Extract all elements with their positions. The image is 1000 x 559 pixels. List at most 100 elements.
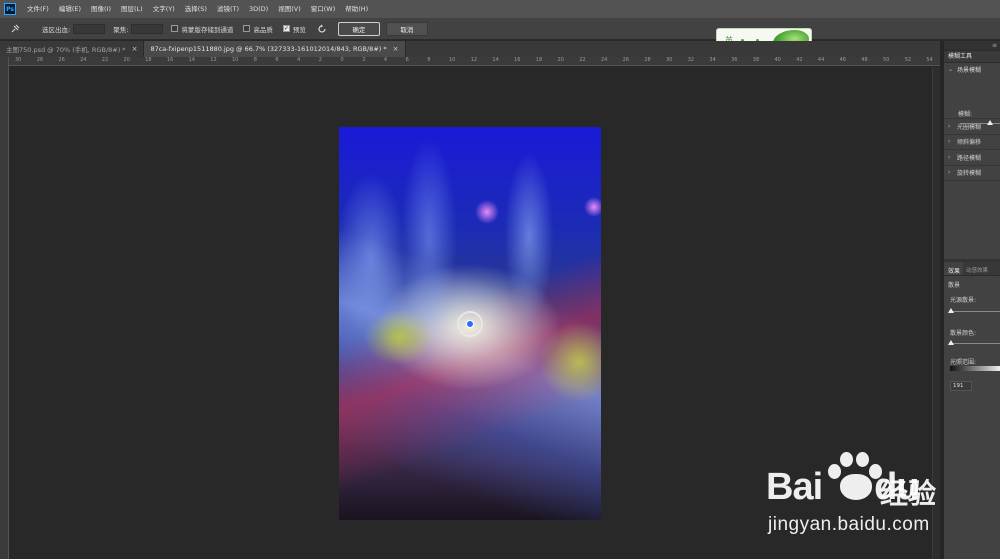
selection-bleed-label: 选区出血: bbox=[42, 25, 71, 34]
menu-image[interactable]: 图像(I) bbox=[86, 0, 116, 18]
menu-select[interactable]: 选择(S) bbox=[180, 0, 212, 18]
light-range-value-field[interactable]: 191 bbox=[950, 381, 972, 391]
field-blur-header[interactable]: ⌄ 场景模糊 bbox=[944, 63, 1000, 75]
high-quality-checkbox[interactable] bbox=[243, 25, 251, 32]
menu-filter[interactable]: 滤镜(T) bbox=[212, 0, 244, 18]
menu-edit[interactable]: 编辑(E) bbox=[54, 0, 86, 18]
ruler-tick-label: 6 bbox=[405, 57, 409, 63]
blur-slider-track[interactable] bbox=[960, 123, 1000, 124]
ruler-tick-label: 36 bbox=[731, 57, 738, 63]
ruler-tick-label: 12 bbox=[470, 57, 478, 63]
chevron-right-icon[interactable]: › bbox=[948, 154, 953, 161]
tilt-shift-label: 倾斜偏移 bbox=[957, 139, 982, 147]
options-bar: 选区出血: 聚焦: 将蒙版存储到通道 高品质 ✓ 预览 确定 取消 bbox=[0, 18, 1000, 40]
ruler-tick-label: 24 bbox=[80, 57, 87, 63]
field-blur-label: 场景模糊 bbox=[957, 66, 982, 74]
tab-effects[interactable]: 效果 bbox=[944, 262, 964, 275]
tab-document-1[interactable]: 主图750.psd @ 70% (手机, RGB/8#) * × bbox=[0, 41, 145, 57]
ruler-tick-label: 50 bbox=[883, 57, 890, 63]
vertical-ruler[interactable] bbox=[0, 57, 9, 559]
ruler-tick-label: 8 bbox=[253, 57, 257, 63]
blur-pin-handle[interactable] bbox=[466, 320, 474, 328]
menu-layer[interactable]: 图层(L) bbox=[116, 0, 148, 18]
save-mask-label: 将蒙版存储到通道 bbox=[181, 25, 234, 34]
ruler-tick-label: 4 bbox=[297, 57, 301, 63]
chevron-down-icon[interactable]: ⌄ bbox=[948, 66, 953, 73]
tab-document-2[interactable]: 87ca-fxipenp1511880.jpg @ 66.7% (327333-… bbox=[144, 41, 406, 57]
light-range-gradient[interactable] bbox=[950, 366, 1000, 371]
ruler-tick-label: 14 bbox=[188, 57, 195, 63]
tab-motion-effects[interactable]: 动感效果 bbox=[963, 262, 988, 275]
focus-label: 聚焦: bbox=[113, 25, 129, 34]
ruler-tick-label: 10 bbox=[232, 57, 239, 63]
selection-bleed-field[interactable] bbox=[73, 23, 106, 34]
reset-icon[interactable] bbox=[316, 23, 328, 35]
chevron-right-icon[interactable]: › bbox=[948, 138, 953, 145]
ruler-tick-label: 34 bbox=[709, 57, 716, 63]
horizontal-ruler[interactable]: 30 28 26 24 22 20 18 16 14 12 10 8 6 4 2 0 2 4 6 8 10 12 14 16 1… bbox=[9, 57, 940, 66]
ruler-tick-label: 4 bbox=[383, 57, 388, 63]
menu-3d[interactable]: 3D(D) bbox=[244, 0, 273, 18]
ruler-tick-label: 2 bbox=[318, 57, 322, 63]
bokeh-color-label: 散景颜色: bbox=[950, 330, 977, 337]
pin-tool-icon[interactable] bbox=[8, 22, 22, 36]
light-bokeh-slider-thumb[interactable] bbox=[948, 308, 954, 313]
ruler-tick-label: 20 bbox=[557, 57, 564, 63]
watermark-url: jingyan.baidu.com bbox=[768, 514, 930, 535]
tilt-shift-row[interactable]: › 倾斜偏移 bbox=[944, 135, 1000, 150]
save-mask-checkbox[interactable] bbox=[171, 25, 179, 32]
document-tab-bar: 主图750.psd @ 70% (手机, RGB/8#) * × 87ca-fx… bbox=[0, 41, 940, 57]
path-blur-label: 路径模糊 bbox=[957, 154, 982, 162]
ruler-tick-label: 28 bbox=[644, 57, 651, 63]
bokeh-label: 散景 bbox=[948, 282, 961, 289]
ruler-tick-label: 16 bbox=[166, 57, 174, 63]
ruler-tick-label: 14 bbox=[492, 57, 499, 63]
menu-type[interactable]: 文字(Y) bbox=[148, 0, 180, 18]
menu-file[interactable]: 文件(F) bbox=[22, 0, 54, 18]
panel-header[interactable]: ≡ bbox=[944, 41, 1000, 51]
preview-checkbox[interactable]: ✓ bbox=[282, 25, 290, 32]
high-quality-option[interactable]: 高品质 bbox=[243, 24, 273, 34]
spin-blur-row[interactable]: › 旋转模糊 bbox=[944, 166, 1000, 181]
panel-menu-icon[interactable]: ≡ bbox=[992, 42, 997, 49]
ruler-tick-label: 16 bbox=[514, 57, 521, 63]
ruler-tick-label: 12 bbox=[210, 57, 217, 63]
close-icon[interactable]: × bbox=[393, 45, 399, 53]
close-icon[interactable]: × bbox=[132, 45, 138, 53]
ruler-tick-label: 38 bbox=[752, 57, 760, 63]
light-bokeh-slider-track[interactable] bbox=[950, 311, 1000, 312]
ruler-tick-label: 54 bbox=[926, 57, 933, 63]
cancel-button[interactable]: 取消 bbox=[385, 21, 428, 36]
ruler-tick-label: 10 bbox=[449, 57, 456, 63]
ruler-tick-label: 26 bbox=[622, 57, 629, 63]
spin-blur-label: 旋转模糊 bbox=[957, 170, 982, 178]
menu-view[interactable]: 视图(V) bbox=[273, 0, 306, 18]
ruler-tick-label: 32 bbox=[687, 57, 695, 63]
chevron-right-icon[interactable]: › bbox=[948, 123, 953, 130]
save-mask-option[interactable]: 将蒙版存储到通道 bbox=[171, 24, 233, 34]
high-quality-label: 高品质 bbox=[253, 25, 273, 34]
focus-field[interactable] bbox=[131, 23, 164, 34]
confirm-button[interactable]: 确定 bbox=[337, 21, 380, 36]
menu-help[interactable]: 帮助(H) bbox=[340, 0, 373, 18]
ruler-tick-label: 28 bbox=[36, 57, 44, 63]
effects-tab-bar: 效果 动感效果 bbox=[944, 262, 1000, 276]
menu-bar: Ps 文件(F) 编辑(E) 图像(I) 图层(L) 文字(Y) 选择(S) 滤… bbox=[0, 0, 1000, 18]
watermark-product: 经验 bbox=[880, 477, 937, 510]
ruler-tick-label: 22 bbox=[579, 57, 586, 63]
ruler-tick-label: 40 bbox=[774, 57, 781, 63]
blur-slider-thumb[interactable] bbox=[987, 120, 993, 125]
bokeh-color-slider-track[interactable] bbox=[950, 343, 1000, 344]
blur-amount-label: 模糊: bbox=[958, 111, 973, 118]
baidu-paw-icon bbox=[826, 452, 886, 504]
blur-tools-title[interactable]: 模糊工具 bbox=[944, 51, 1000, 63]
chevron-right-icon[interactable]: › bbox=[948, 169, 953, 176]
bokeh-color-slider-thumb[interactable] bbox=[948, 340, 954, 345]
tab-label: 87ca-fxipenp1511880.jpg @ 66.7% (327333-… bbox=[150, 45, 387, 53]
photoshop-logo[interactable]: Ps bbox=[4, 3, 16, 15]
path-blur-row[interactable]: › 路径模糊 bbox=[944, 150, 1000, 166]
menu-window[interactable]: 窗口(W) bbox=[306, 0, 341, 18]
light-range-label: 光照范围: bbox=[950, 359, 977, 366]
ruler-tick-label: 22 bbox=[101, 57, 109, 63]
preview-option[interactable]: ✓ 预览 bbox=[282, 24, 306, 34]
